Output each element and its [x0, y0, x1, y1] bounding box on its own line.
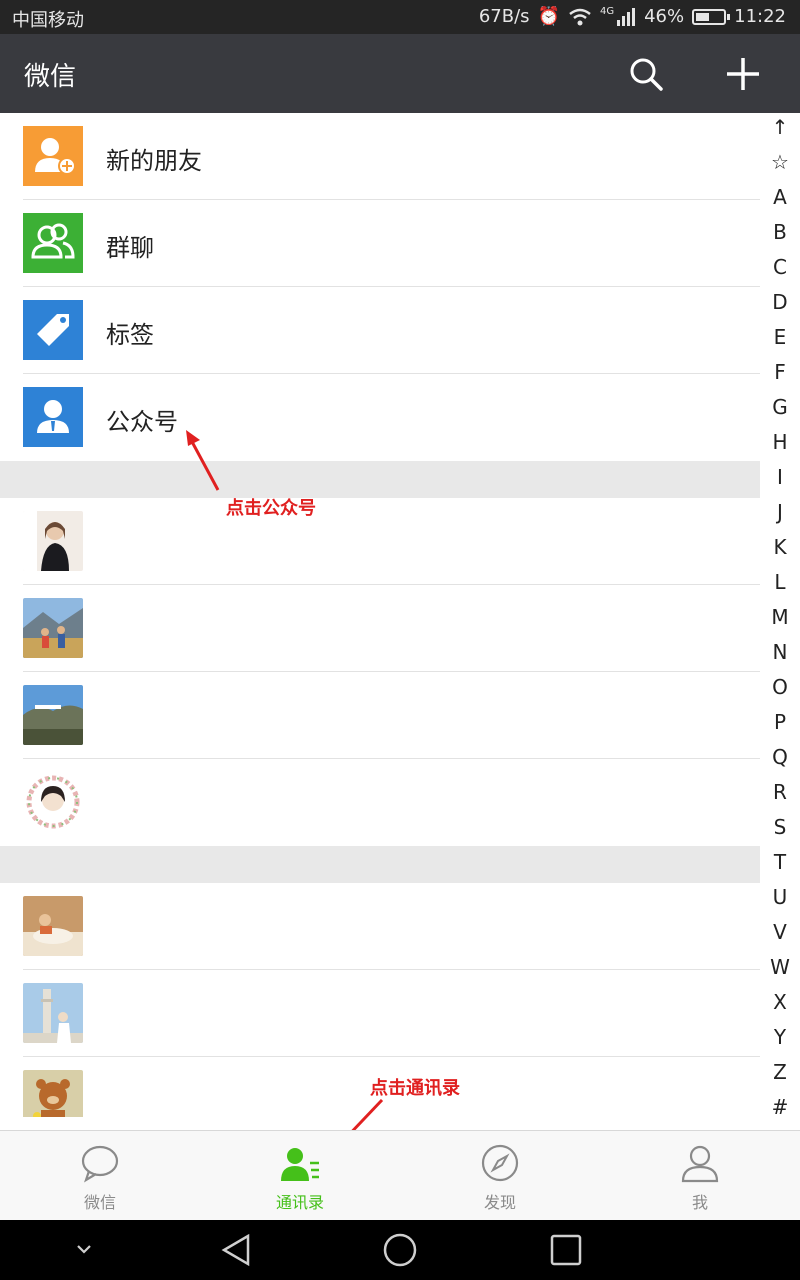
entry-group-chats[interactable]: 群聊 — [0, 200, 760, 287]
chevron-down-icon[interactable] — [74, 1242, 94, 1256]
back-icon[interactable] — [218, 1232, 254, 1268]
index-letter[interactable]: M — [760, 605, 800, 629]
entry-tags[interactable]: 标签 — [0, 287, 760, 374]
contact-list: 新的朋友 群聊 标签 公众号 — [0, 113, 760, 1117]
index-letter[interactable]: J — [760, 500, 800, 524]
contacts-icon — [281, 1148, 319, 1181]
home-icon[interactable] — [382, 1232, 418, 1268]
net-speed: 67B/s — [478, 6, 530, 27]
entry-official-accounts[interactable]: 公众号 — [0, 374, 760, 461]
index-letter[interactable]: Y — [760, 1025, 800, 1049]
index-letter[interactable]: T — [760, 850, 800, 874]
index-letter[interactable]: B — [760, 220, 800, 244]
group-chat-icon — [23, 213, 83, 273]
tab-label: 发现 — [483, 1193, 516, 1212]
contact-avatar — [23, 685, 83, 745]
signal-icon — [617, 7, 636, 26]
index-letter[interactable]: V — [760, 920, 800, 944]
index-letter[interactable]: G — [760, 395, 800, 419]
index-letter[interactable]: A — [760, 185, 800, 209]
network-type: 4G — [599, 6, 615, 17]
contact-row[interactable] — [0, 672, 760, 759]
compass-icon — [481, 1144, 519, 1182]
annotation-click-contacts: 点击通讯录 — [370, 1078, 460, 1099]
search-icon[interactable] — [626, 54, 666, 94]
wifi-icon — [569, 8, 591, 25]
index-letter[interactable]: Q — [760, 745, 800, 769]
battery-percent: 46% — [644, 6, 685, 27]
tag-icon — [23, 300, 83, 360]
page-title: 微信 — [24, 62, 77, 92]
chat-bubble-icon — [81, 1145, 119, 1183]
battery-icon — [692, 8, 731, 25]
index-letter[interactable]: C — [760, 255, 800, 279]
tab-label: 微信 — [83, 1193, 116, 1212]
contact-avatar — [23, 511, 83, 571]
index-letter[interactable]: ☆ — [760, 150, 800, 174]
index-letter[interactable]: L — [760, 570, 800, 594]
index-letter[interactable]: S — [760, 815, 800, 839]
index-letter[interactable]: I — [760, 465, 800, 489]
contact-row[interactable] — [0, 498, 760, 585]
index-letter[interactable]: R — [760, 780, 800, 804]
tab-label: 通讯录 — [275, 1193, 324, 1212]
index-letter[interactable]: H — [760, 430, 800, 454]
index-letter[interactable]: K — [760, 535, 800, 559]
contact-avatar — [23, 1070, 83, 1117]
tab-bar: 微信 通讯录 发现 我 — [0, 1130, 800, 1221]
alphabet-index[interactable]: ↑ ☆ A B C D E F G H I J K L M N O P Q R S T U V W X Y Z # — [760, 113, 800, 1130]
carrier-name: 中国移动 — [12, 10, 84, 31]
plus-icon[interactable] — [723, 54, 763, 94]
system-nav-bar — [0, 1220, 800, 1280]
tab-contacts[interactable]: 通讯录 — [200, 1131, 400, 1221]
section-header — [0, 461, 760, 498]
contact-avatar — [23, 598, 83, 658]
entry-label: 公众号 — [106, 408, 178, 436]
contact-avatar — [23, 983, 83, 1043]
index-letter[interactable]: N — [760, 640, 800, 664]
clock: 11:22 — [734, 6, 786, 27]
section-header — [0, 846, 760, 883]
contact-row[interactable] — [0, 759, 760, 846]
tab-discover[interactable]: 发现 — [400, 1131, 600, 1221]
person-icon — [681, 1145, 719, 1183]
entry-new-friends[interactable]: 新的朋友 — [0, 113, 760, 200]
contact-row[interactable] — [0, 970, 760, 1057]
index-letter[interactable]: W — [760, 955, 800, 979]
index-letter[interactable]: O — [760, 675, 800, 699]
alarm-icon: ⏰ — [537, 6, 560, 27]
index-letter[interactable]: E — [760, 325, 800, 349]
entry-label: 标签 — [106, 321, 154, 349]
contact-row[interactable] — [0, 585, 760, 672]
tab-label: 我 — [691, 1193, 708, 1212]
official-account-icon — [23, 387, 83, 447]
index-letter[interactable]: Z — [760, 1060, 800, 1084]
index-letter[interactable]: F — [760, 360, 800, 384]
entry-label: 群聊 — [106, 234, 154, 262]
annotation-click-official: 点击公众号 — [226, 498, 316, 519]
index-letter[interactable]: P — [760, 710, 800, 734]
index-letter[interactable]: # — [760, 1095, 800, 1119]
status-bar: 中国移动 67B/s ⏰ 4G 46% 11:22 — [0, 0, 800, 34]
new-friend-icon — [23, 126, 83, 186]
contact-avatar — [23, 772, 83, 832]
contact-row[interactable] — [0, 883, 760, 970]
tab-me[interactable]: 我 — [600, 1131, 800, 1221]
tab-chats[interactable]: 微信 — [0, 1131, 200, 1221]
contact-avatar — [23, 896, 83, 956]
index-letter[interactable]: ↑ — [760, 115, 800, 139]
annotation-arrow — [186, 430, 220, 491]
index-letter[interactable]: D — [760, 290, 800, 314]
recents-icon[interactable] — [548, 1232, 584, 1268]
index-letter[interactable]: U — [760, 885, 800, 909]
index-letter[interactable]: X — [760, 990, 800, 1014]
app-bar: 微信 — [0, 34, 800, 113]
entry-label: 新的朋友 — [106, 147, 202, 175]
